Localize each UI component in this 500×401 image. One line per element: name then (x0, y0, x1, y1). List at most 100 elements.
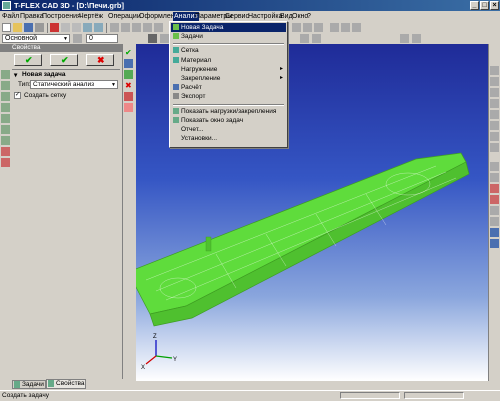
layer-icon[interactable] (73, 34, 82, 43)
tool-icon[interactable] (490, 184, 499, 193)
tool-icon[interactable] (490, 143, 499, 152)
tool-icon[interactable] (121, 23, 130, 32)
analysis-menu-item[interactable]: Отчет... (171, 125, 286, 134)
tool-icon[interactable] (490, 239, 499, 248)
tool-icon[interactable] (490, 217, 499, 226)
menu-item[interactable]: Правка (20, 12, 44, 21)
menu-item[interactable]: Файл (2, 12, 19, 21)
menu-item[interactable]: Сервис (225, 12, 249, 21)
tool-icon[interactable] (490, 195, 499, 204)
number-field[interactable]: 0 (86, 34, 118, 43)
menu-item-label: Закрепление (181, 75, 221, 82)
analysis-menu-item[interactable]: Материал (171, 56, 286, 65)
tool-icon[interactable] (300, 34, 309, 43)
open-file-icon[interactable] (13, 23, 22, 32)
close-icon[interactable]: ✖ (124, 81, 133, 90)
tool-icon[interactable] (490, 206, 499, 215)
tool-icon[interactable] (1, 158, 10, 167)
tab-properties-label: Свойства (56, 380, 85, 387)
tool-icon[interactable] (341, 23, 350, 32)
menu-item[interactable]: ? (307, 12, 311, 21)
tool-icon[interactable] (303, 23, 312, 32)
tab-tasks-label: Задачи (22, 381, 44, 388)
tool-icon[interactable] (490, 173, 499, 182)
tool-icon[interactable] (330, 23, 339, 32)
zoom-icon[interactable] (490, 99, 499, 108)
undo-icon[interactable] (83, 23, 92, 32)
analysis-menu-item[interactable]: Установки... (171, 134, 286, 143)
menu-item[interactable]: Чертёж (79, 12, 103, 21)
tasks-icon (14, 381, 20, 388)
maximize-button[interactable]: □ (480, 1, 489, 10)
close-button[interactable]: × (490, 1, 499, 10)
status-pane (340, 392, 400, 399)
analysis-menu-item[interactable]: Расчёт (171, 83, 286, 92)
layer-select[interactable]: Основной ▼ (2, 34, 70, 43)
tool-icon[interactable] (124, 70, 133, 79)
tool-icon[interactable] (490, 77, 499, 86)
tool-icon[interactable] (1, 136, 10, 145)
tool-icon[interactable] (1, 114, 10, 123)
tool-icon[interactable] (148, 34, 157, 43)
menu-item[interactable]: Операции (108, 12, 141, 21)
analysis-menu-item[interactable]: Сетка (171, 46, 286, 55)
minimize-button[interactable]: _ (470, 1, 479, 10)
analysis-menu-item[interactable]: Нагружение ▸ (171, 65, 286, 74)
analysis-type-value: Статический анализ (33, 81, 95, 88)
tool-icon[interactable] (110, 23, 119, 32)
print-icon[interactable] (35, 23, 44, 32)
zoom-icon[interactable] (490, 132, 499, 141)
tool-icon[interactable] (490, 162, 499, 171)
copy-icon[interactable] (61, 23, 70, 32)
analysis-menu-item[interactable]: Закрепление ▸ (171, 74, 286, 83)
tool-icon[interactable] (1, 81, 10, 90)
tab-tasks[interactable]: Задачи (12, 380, 46, 389)
apply-button[interactable]: ✔ (50, 54, 78, 66)
create-mesh-checkbox[interactable]: ✓ (14, 92, 21, 99)
tool-icon[interactable] (312, 34, 321, 43)
tool-icon[interactable] (314, 23, 323, 32)
zoom-icon[interactable] (490, 110, 499, 119)
paste-icon[interactable] (72, 23, 81, 32)
tool-icon[interactable] (1, 70, 10, 79)
analysis-type-select[interactable]: Статический анализ ▼ (30, 80, 118, 89)
section-expander-icon[interactable]: ▾ (14, 71, 17, 79)
analysis-menu-item[interactable]: Экспорт (171, 92, 286, 101)
tool-icon[interactable] (124, 103, 133, 112)
tool-icon[interactable] (292, 23, 301, 32)
analysis-menu-item[interactable]: Показать нагрузки/закрепления (171, 107, 286, 116)
panel-header: Свойства (0, 44, 122, 52)
cancel-button[interactable]: ✖ (86, 54, 114, 66)
tool-icon[interactable] (1, 147, 10, 156)
tool-icon[interactable] (124, 59, 133, 68)
save-icon[interactable] (24, 23, 33, 32)
tool-icon[interactable] (1, 92, 10, 101)
cut-icon[interactable] (50, 23, 59, 32)
tool-icon[interactable] (154, 23, 163, 32)
tool-icon[interactable] (132, 23, 141, 32)
tool-icon[interactable] (143, 23, 152, 32)
new-file-icon[interactable] (2, 23, 11, 32)
menu-item[interactable]: Настройка (248, 12, 282, 21)
zoom-icon[interactable] (490, 121, 499, 130)
menu-item[interactable]: Построения (42, 12, 81, 21)
analysis-menu-item[interactable]: Новая Задача (171, 23, 286, 32)
tool-icon[interactable] (1, 125, 10, 134)
tool-icon[interactable] (160, 34, 169, 43)
tool-icon[interactable] (124, 92, 133, 101)
ok-button[interactable]: ✔ (14, 54, 42, 66)
redo-icon[interactable] (94, 23, 103, 32)
analysis-menu-item[interactable]: Задачи (171, 32, 286, 41)
tool-icon[interactable] (352, 23, 361, 32)
tool-icon[interactable] (490, 66, 499, 75)
tool-icon[interactable] (1, 103, 10, 112)
tool-icon[interactable] (412, 34, 421, 43)
checkmark-icon[interactable]: ✔ (124, 48, 133, 57)
tab-properties[interactable]: Свойства (46, 379, 86, 389)
tool-icon[interactable] (400, 34, 409, 43)
menu-item[interactable]: Вид (280, 12, 293, 21)
analysis-menu-item[interactable]: Показать окно задач (171, 116, 286, 125)
menu-item[interactable]: Окно (292, 12, 308, 21)
tool-icon[interactable] (490, 88, 499, 97)
tool-icon[interactable] (490, 228, 499, 237)
